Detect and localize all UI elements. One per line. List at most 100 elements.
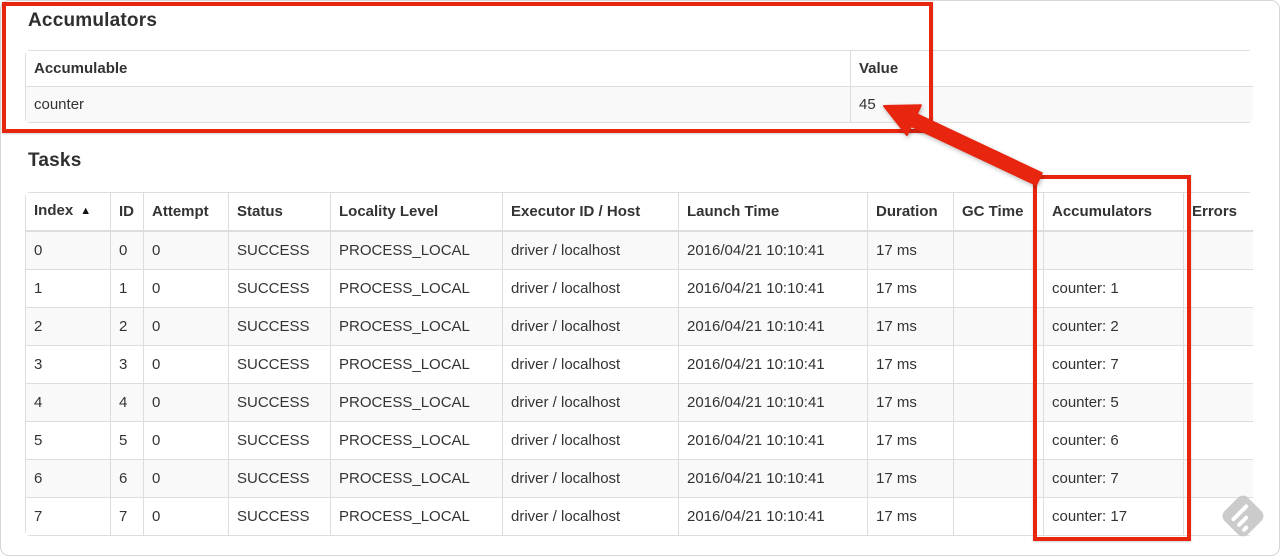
task-errors-cell: [1183, 383, 1253, 422]
accumulators-table: Accumulable Value counter 45: [25, 50, 1253, 123]
task-errors-cell: [1183, 269, 1253, 308]
task-errors-cell: [1183, 497, 1253, 536]
task-accumulators-cell: counter: 17: [1043, 497, 1184, 536]
task-duration-cell: 17 ms: [867, 383, 954, 422]
task-gc-time-cell: [953, 459, 1044, 498]
task-launch-time-cell: 2016/04/21 10:10:41: [678, 383, 868, 422]
accumulators-column-header[interactable]: Accumulators: [1043, 192, 1184, 232]
task-attempt-cell: 0: [143, 383, 229, 422]
task-index-cell: 5: [25, 421, 111, 460]
task-status-cell: SUCCESS: [228, 269, 331, 308]
task-locality-cell: PROCESS_LOCAL: [330, 345, 503, 384]
tasks-table-body: 0 0 0 SUCCESS PROCESS_LOCAL driver / loc…: [25, 230, 1253, 536]
task-id-cell: 0: [110, 230, 144, 270]
task-gc-time-cell: [953, 497, 1044, 536]
task-index-cell: 6: [25, 459, 111, 498]
task-id-cell: 6: [110, 459, 144, 498]
duration-column-header[interactable]: Duration: [867, 192, 954, 232]
task-attempt-cell: 0: [143, 421, 229, 460]
task-executor-cell: driver / localhost: [502, 421, 679, 460]
task-errors-cell: [1183, 345, 1253, 384]
task-gc-time-cell: [953, 269, 1044, 308]
attempt-column-header[interactable]: Attempt: [143, 192, 229, 232]
task-status-cell: SUCCESS: [228, 383, 331, 422]
task-gc-time-cell: [953, 383, 1044, 422]
task-row: 3 3 0 SUCCESS PROCESS_LOCAL driver / loc…: [25, 345, 1253, 384]
task-gc-time-cell: [953, 230, 1044, 270]
task-accumulators-cell: counter: 2: [1043, 307, 1184, 346]
gc-time-column-header[interactable]: GC Time: [953, 192, 1044, 232]
task-row: 2 2 0 SUCCESS PROCESS_LOCAL driver / loc…: [25, 307, 1253, 346]
task-launch-time-cell: 2016/04/21 10:10:41: [678, 421, 868, 460]
task-duration-cell: 17 ms: [867, 269, 954, 308]
spark-ui-page: Accumulators Accumulable Value counter 4…: [0, 0, 1280, 556]
launch-time-column-header[interactable]: Launch Time: [678, 192, 868, 232]
task-index-cell: 0: [25, 230, 111, 270]
task-row: 5 5 0 SUCCESS PROCESS_LOCAL driver / loc…: [25, 421, 1253, 460]
task-index-cell: 1: [25, 269, 111, 308]
accumulable-column-header[interactable]: Accumulable: [25, 50, 851, 87]
task-duration-cell: 17 ms: [867, 307, 954, 346]
task-status-cell: SUCCESS: [228, 230, 331, 270]
status-column-header[interactable]: Status: [228, 192, 331, 232]
task-gc-time-cell: [953, 307, 1044, 346]
task-accumulators-cell: counter: 5: [1043, 383, 1184, 422]
task-index-cell: 3: [25, 345, 111, 384]
task-locality-cell: PROCESS_LOCAL: [330, 230, 503, 270]
task-locality-cell: PROCESS_LOCAL: [330, 383, 503, 422]
task-attempt-cell: 0: [143, 345, 229, 384]
accumulators-table-header-row: Accumulable Value: [25, 50, 1253, 87]
task-accumulators-cell: [1043, 230, 1184, 270]
task-id-cell: 5: [110, 421, 144, 460]
task-executor-cell: driver / localhost: [502, 459, 679, 498]
accumulators-section-heading: Accumulators: [28, 10, 158, 31]
accumulable-name-cell: counter: [25, 86, 851, 123]
task-errors-cell: [1183, 421, 1253, 460]
tasks-section-heading: Tasks: [28, 150, 82, 171]
task-locality-cell: PROCESS_LOCAL: [330, 459, 503, 498]
task-duration-cell: 17 ms: [867, 421, 954, 460]
task-status-cell: SUCCESS: [228, 307, 331, 346]
task-row: 7 7 0 SUCCESS PROCESS_LOCAL driver / loc…: [25, 497, 1253, 536]
task-status-cell: SUCCESS: [228, 497, 331, 536]
task-attempt-cell: 0: [143, 459, 229, 498]
task-index-cell: 4: [25, 383, 111, 422]
task-duration-cell: 17 ms: [867, 230, 954, 270]
task-id-cell: 3: [110, 345, 144, 384]
errors-column-header[interactable]: Errors: [1183, 192, 1253, 232]
task-status-cell: SUCCESS: [228, 345, 331, 384]
task-executor-cell: driver / localhost: [502, 307, 679, 346]
task-launch-time-cell: 2016/04/21 10:10:41: [678, 269, 868, 308]
task-locality-cell: PROCESS_LOCAL: [330, 497, 503, 536]
task-attempt-cell: 0: [143, 230, 229, 270]
locality-level-column-header[interactable]: Locality Level: [330, 192, 503, 232]
task-executor-cell: driver / localhost: [502, 230, 679, 270]
task-duration-cell: 17 ms: [867, 497, 954, 536]
value-column-header[interactable]: Value: [850, 50, 1253, 87]
task-duration-cell: 17 ms: [867, 345, 954, 384]
task-executor-cell: driver / localhost: [502, 497, 679, 536]
task-gc-time-cell: [953, 345, 1044, 384]
task-id-cell: 7: [110, 497, 144, 536]
task-status-cell: SUCCESS: [228, 421, 331, 460]
task-launch-time-cell: 2016/04/21 10:10:41: [678, 459, 868, 498]
task-attempt-cell: 0: [143, 269, 229, 308]
accumulator-row: counter 45: [25, 86, 1253, 123]
accumulable-value-cell: 45: [850, 86, 1253, 123]
task-errors-cell: [1183, 307, 1253, 346]
task-executor-cell: driver / localhost: [502, 269, 679, 308]
task-launch-time-cell: 2016/04/21 10:10:41: [678, 307, 868, 346]
executor-id-host-column-header[interactable]: Executor ID / Host: [502, 192, 679, 232]
task-accumulators-cell: counter: 7: [1043, 345, 1184, 384]
task-locality-cell: PROCESS_LOCAL: [330, 421, 503, 460]
task-attempt-cell: 0: [143, 307, 229, 346]
task-executor-cell: driver / localhost: [502, 345, 679, 384]
task-row: 4 4 0 SUCCESS PROCESS_LOCAL driver / loc…: [25, 383, 1253, 422]
task-row: 1 1 0 SUCCESS PROCESS_LOCAL driver / loc…: [25, 269, 1253, 308]
id-column-header[interactable]: ID: [110, 192, 144, 232]
task-id-cell: 1: [110, 269, 144, 308]
index-column-header[interactable]: Index ▲: [25, 192, 111, 232]
index-header-label: Index: [34, 202, 74, 219]
task-errors-cell: [1183, 230, 1253, 270]
task-id-cell: 2: [110, 307, 144, 346]
